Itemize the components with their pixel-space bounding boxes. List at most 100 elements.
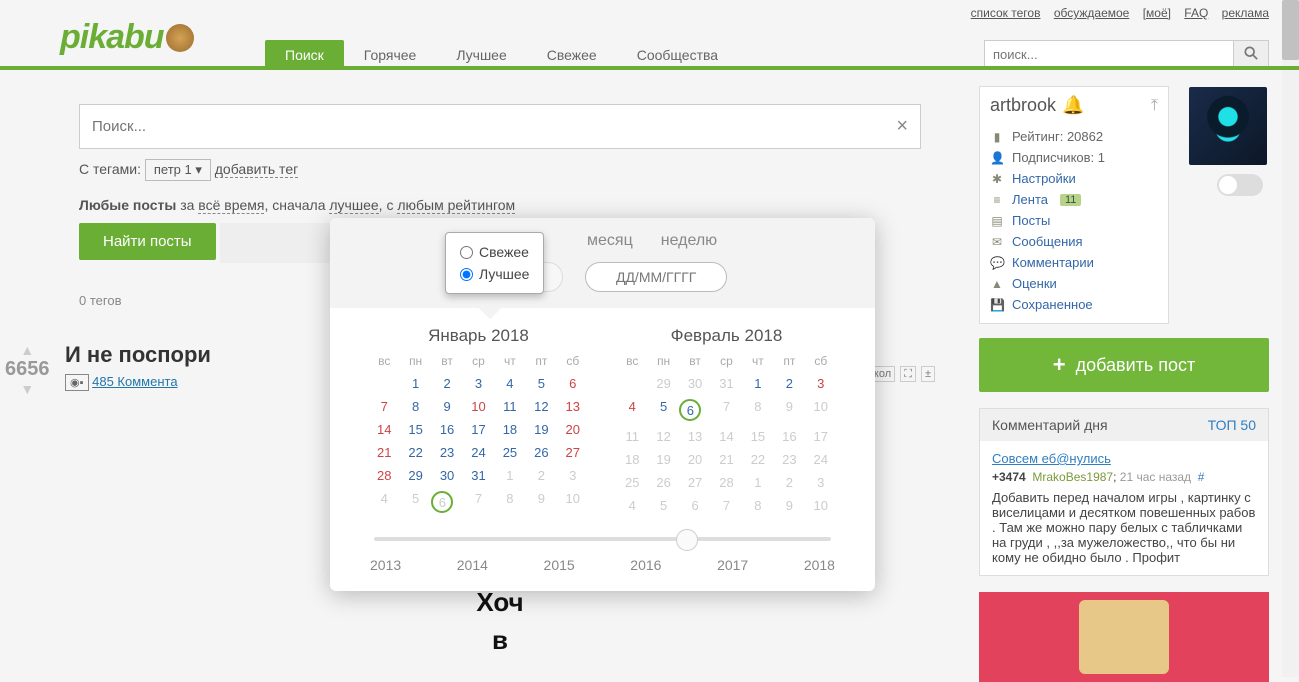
bell-icon[interactable]: 🔔: [1062, 95, 1084, 116]
calendar-day[interactable]: 15: [400, 422, 431, 437]
calendar-day[interactable]: 26: [648, 475, 679, 490]
calendar-day[interactable]: 30: [679, 376, 710, 391]
calendar-day[interactable]: 3: [557, 468, 588, 483]
calendar-day[interactable]: 8: [494, 491, 525, 513]
slider-knob[interactable]: [676, 529, 698, 551]
link-tags[interactable]: список тегов: [971, 6, 1041, 20]
calendar-day[interactable]: 13: [557, 399, 588, 414]
filter-sort[interactable]: лучшее: [329, 197, 378, 214]
calendar-day[interactable]: 12: [648, 429, 679, 444]
calendar-day[interactable]: 16: [431, 422, 462, 437]
main-search-input[interactable]: [92, 118, 896, 135]
calendar-day[interactable]: 3: [805, 376, 836, 391]
calendar-day[interactable]: 10: [805, 498, 836, 513]
calendar-day[interactable]: 5: [648, 399, 679, 421]
calendar-day[interactable]: 15: [742, 429, 773, 444]
calendar-day[interactable]: 20: [679, 452, 710, 467]
cd-hash[interactable]: #: [1198, 470, 1205, 484]
calendar-day[interactable]: 13: [679, 429, 710, 444]
add-post-button[interactable]: + добавить пост: [979, 338, 1269, 392]
calendar-day[interactable]: 16: [774, 429, 805, 444]
calendar-day[interactable]: 6: [679, 399, 701, 421]
sidebar-item[interactable]: 👤Подписчиков: 1: [990, 147, 1158, 168]
calendar-day[interactable]: 9: [774, 498, 805, 513]
calendar-day[interactable]: 23: [774, 452, 805, 467]
calendar-day[interactable]: 21: [369, 445, 400, 460]
calendar-day[interactable]: 10: [557, 491, 588, 513]
calendar-day[interactable]: 4: [369, 491, 400, 513]
calendar-day[interactable]: 2: [774, 376, 805, 391]
header-search-button[interactable]: [1233, 40, 1269, 69]
calendar-day[interactable]: 6: [557, 376, 588, 391]
cd-user[interactable]: MrakoBes1987: [1032, 470, 1113, 484]
user-avatar[interactable]: [1189, 87, 1267, 165]
calendar-day[interactable]: 19: [648, 452, 679, 467]
calendar-day[interactable]: 29: [648, 376, 679, 391]
find-posts-button[interactable]: Найти посты: [79, 223, 216, 260]
calendar-day[interactable]: 9: [431, 399, 462, 414]
calendar-day[interactable]: 2: [774, 475, 805, 490]
calendar-day[interactable]: 21: [711, 452, 742, 467]
calendar-day[interactable]: 10: [463, 399, 494, 414]
calendar-day[interactable]: 28: [711, 475, 742, 490]
tag-chip[interactable]: петр 1 ▾: [145, 159, 211, 181]
comments-link[interactable]: 485 Коммента: [92, 374, 177, 389]
clear-icon[interactable]: ×: [896, 115, 908, 138]
link-faq[interactable]: FAQ: [1184, 6, 1208, 20]
calendar-day[interactable]: 10: [805, 399, 836, 421]
calendar-day[interactable]: 8: [742, 498, 773, 513]
link-discussed[interactable]: обсуждаемое: [1054, 6, 1130, 20]
calendar-day[interactable]: 11: [494, 399, 525, 414]
calendar-day[interactable]: 27: [679, 475, 710, 490]
date-to-input[interactable]: ДД/ММ/ГГГГ: [585, 262, 727, 292]
add-tag[interactable]: добавить тег: [215, 161, 298, 178]
calendar-day[interactable]: 1: [400, 376, 431, 391]
calendar-day[interactable]: 5: [648, 498, 679, 513]
calendar-day[interactable]: 5: [400, 491, 431, 513]
link-mine[interactable]: [моё]: [1143, 6, 1171, 20]
sidebar-item[interactable]: 💬Комментарии: [990, 252, 1158, 273]
sidebar-item[interactable]: ▲Оценки: [990, 273, 1158, 294]
calendar-day[interactable]: 17: [805, 429, 836, 444]
sidebar-item[interactable]: ▤Посты: [990, 210, 1158, 231]
calendar-day[interactable]: 11: [617, 429, 648, 444]
calendar-day[interactable]: 4: [494, 376, 525, 391]
calendar-day[interactable]: 6: [679, 498, 710, 513]
calendar-day[interactable]: 31: [463, 468, 494, 483]
sidebar-item[interactable]: 💾Сохраненное: [990, 294, 1158, 315]
calendar-day[interactable]: 22: [400, 445, 431, 460]
calendar-day[interactable]: 18: [494, 422, 525, 437]
sort-best[interactable]: Лучшее: [460, 263, 529, 285]
calendar-day[interactable]: 7: [463, 491, 494, 513]
calendar-day[interactable]: 30: [431, 468, 462, 483]
username[interactable]: artbrook: [990, 95, 1056, 116]
calendar-day[interactable]: 25: [617, 475, 648, 490]
sidebar-item[interactable]: ✉Сообщения: [990, 231, 1158, 252]
calendar-day[interactable]: 12: [526, 399, 557, 414]
pin-icon[interactable]: ⤒: [1151, 97, 1158, 115]
calendar-day[interactable]: 7: [711, 399, 742, 421]
calendar-day[interactable]: 23: [431, 445, 462, 460]
header-search-input[interactable]: [984, 40, 1234, 69]
calendar-day[interactable]: 4: [617, 498, 648, 513]
calendar-day[interactable]: 19: [526, 422, 557, 437]
calendar-day[interactable]: 4: [617, 399, 648, 421]
filter-time[interactable]: всё время: [198, 197, 264, 214]
calendar-day[interactable]: 22: [742, 452, 773, 467]
calendar-day[interactable]: 24: [805, 452, 836, 467]
theme-toggle[interactable]: [1217, 174, 1263, 196]
calendar-day[interactable]: 18: [617, 452, 648, 467]
calendar-day[interactable]: 7: [711, 498, 742, 513]
calendar-day[interactable]: 3: [805, 475, 836, 490]
cd-post-link[interactable]: Совсем еб@нулись: [992, 451, 1111, 466]
calendar-day[interactable]: 5: [526, 376, 557, 391]
calendar-day[interactable]: 6: [431, 491, 453, 513]
calendar-day[interactable]: 1: [742, 376, 773, 391]
calendar-day[interactable]: 17: [463, 422, 494, 437]
calendar-day[interactable]: 2: [526, 468, 557, 483]
link-ads[interactable]: реклама: [1222, 6, 1269, 20]
scrollbar[interactable]: [1282, 0, 1299, 677]
flag-icon[interactable]: ⛶: [900, 366, 916, 382]
upvote-icon[interactable]: ▲: [5, 342, 50, 358]
downvote-icon[interactable]: ▼: [5, 381, 50, 397]
